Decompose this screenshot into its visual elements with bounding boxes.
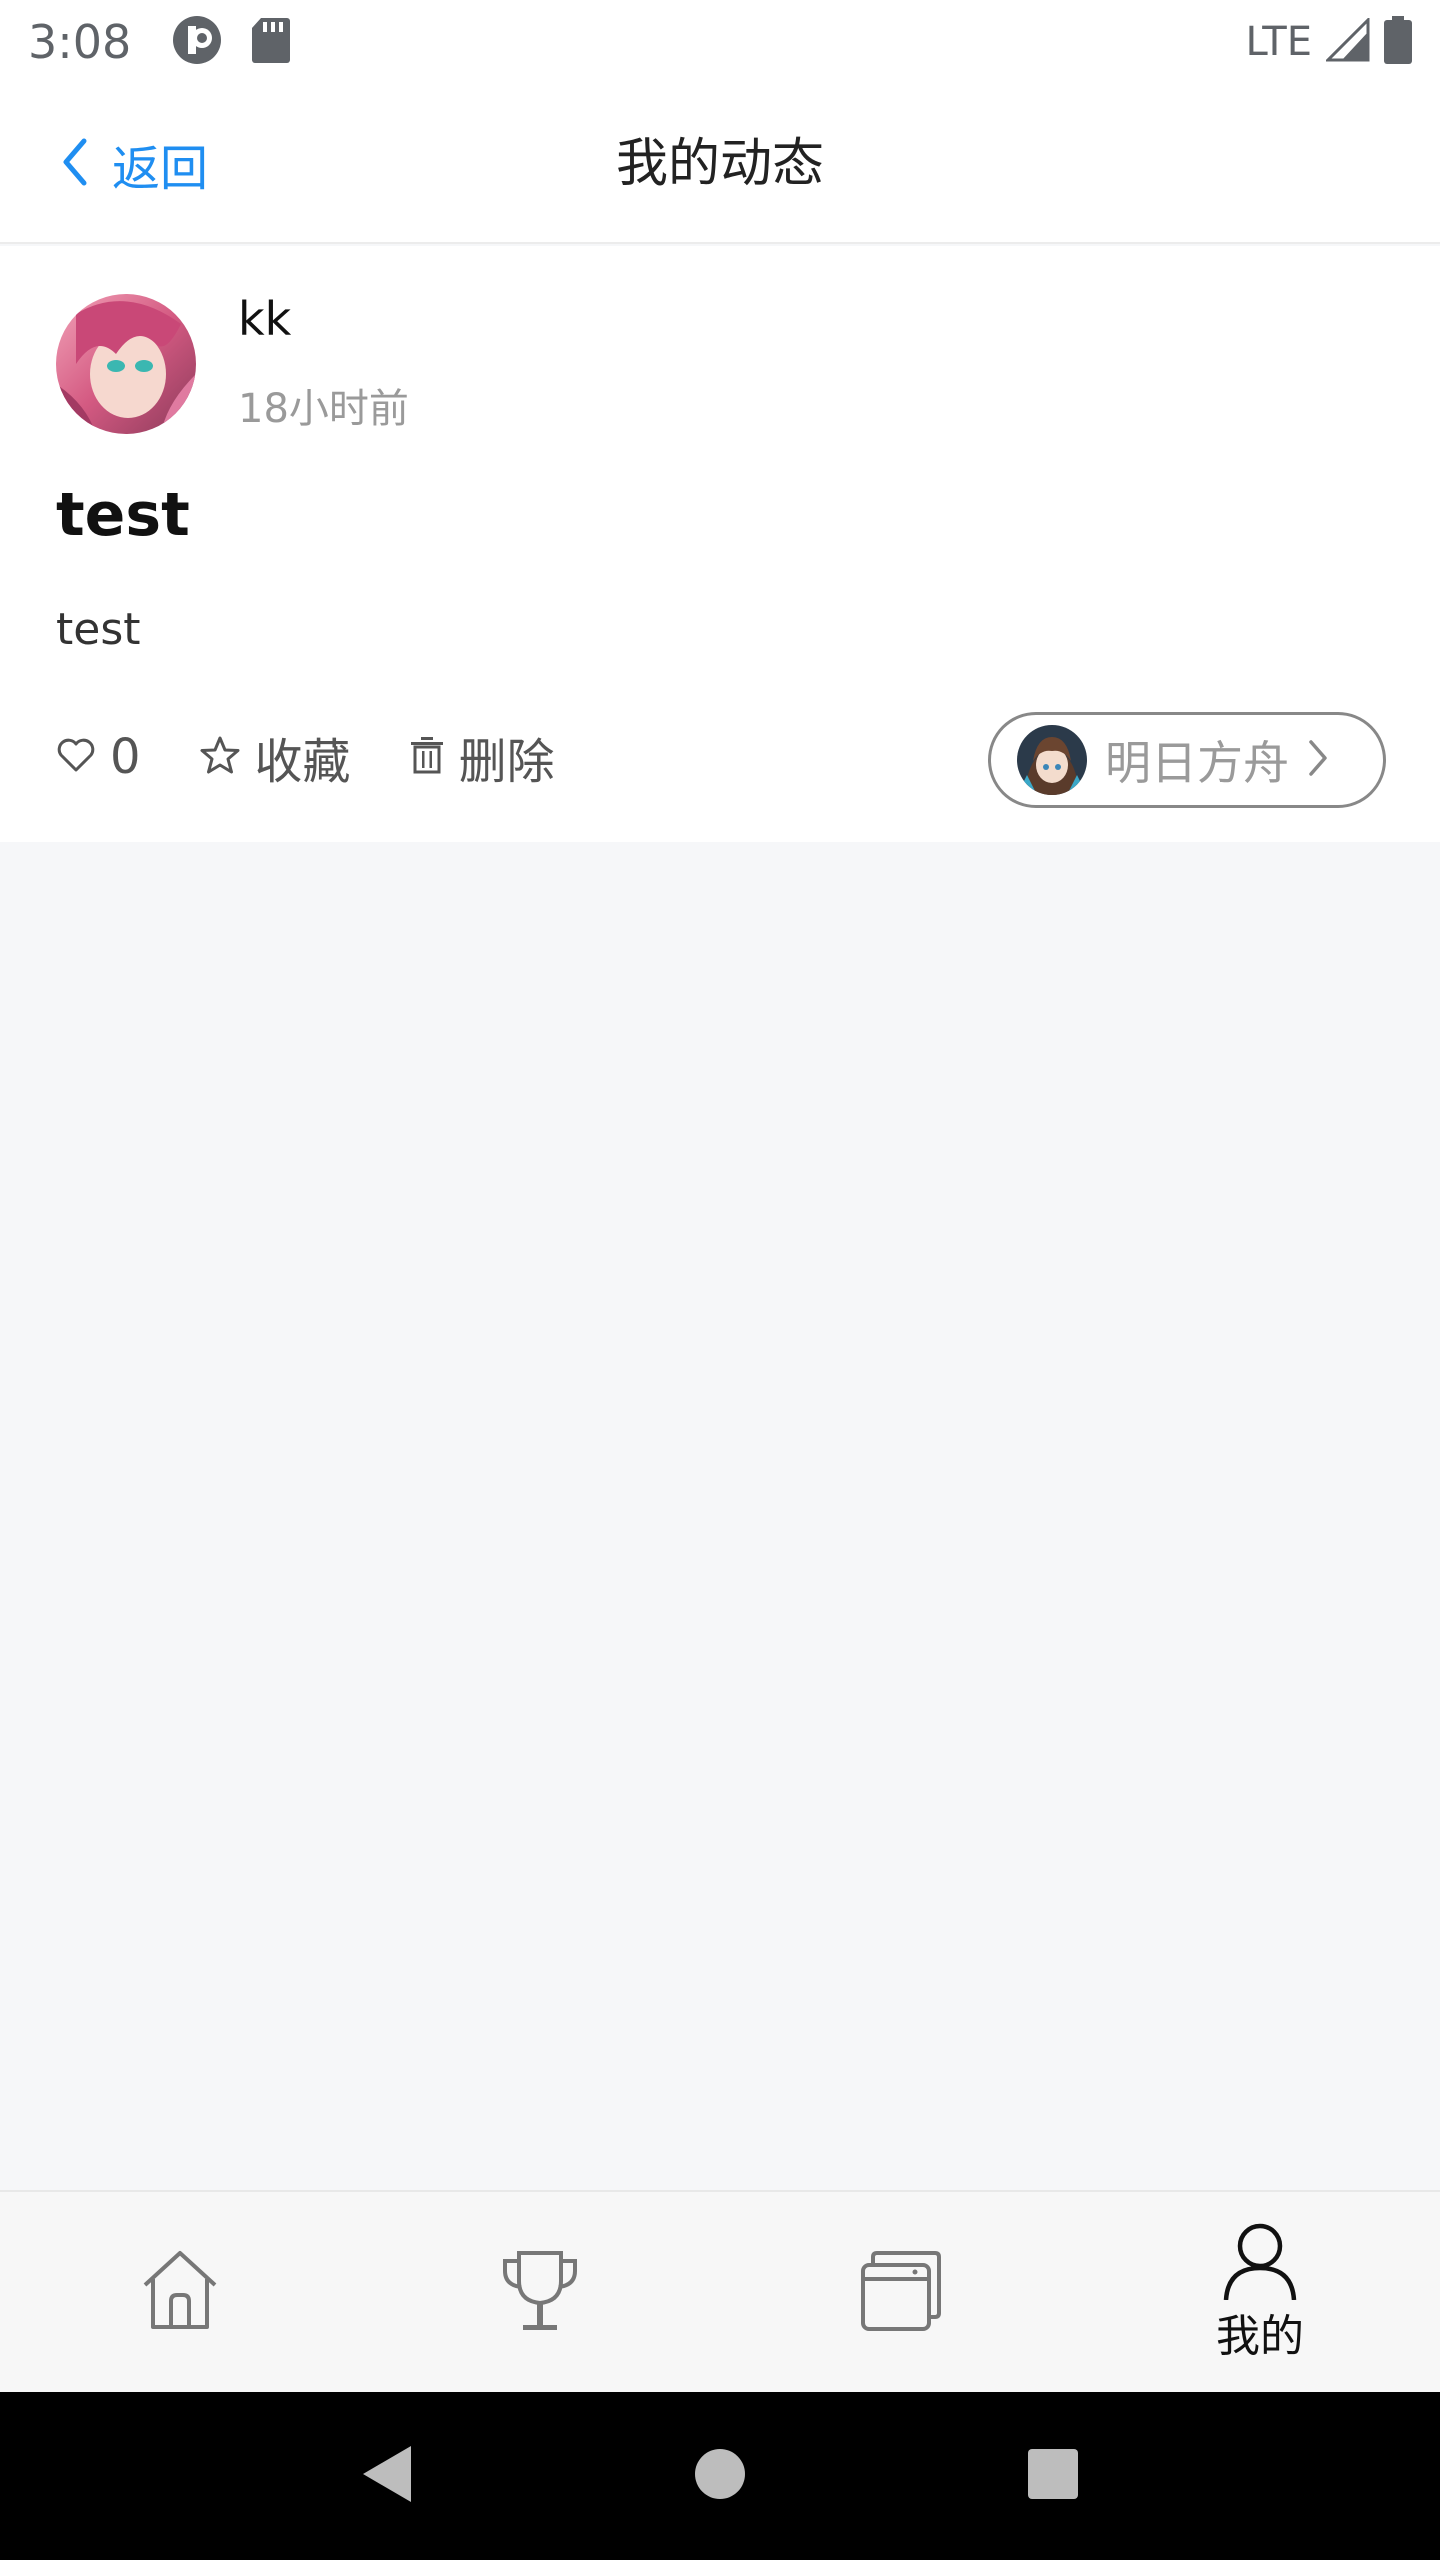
tab-cards[interactable]	[720, 2192, 1080, 2392]
signal-icon	[1324, 16, 1370, 66]
like-count: 0	[110, 729, 141, 785]
user-icon	[1220, 2220, 1300, 2304]
trophy-icon	[495, 2245, 585, 2339]
tab-rankings[interactable]	[360, 2192, 720, 2392]
system-back-button[interactable]	[327, 2416, 447, 2536]
battery-icon	[1384, 16, 1412, 68]
post-title: test	[56, 480, 190, 550]
status-time: 3:08	[28, 15, 132, 69]
author-name[interactable]: kk	[238, 292, 291, 346]
favorite-button[interactable]: 收藏	[199, 722, 351, 792]
post-actions: 0 收藏 删除	[56, 722, 555, 792]
status-right: LTE	[1246, 16, 1412, 68]
topic-tag-chip[interactable]: 明日方舟	[988, 712, 1386, 808]
post-card: kk 18小时前 test test 0 收藏 删除 明日方舟	[0, 246, 1440, 842]
heart-icon	[56, 737, 96, 777]
topic-tag-label: 明日方舟	[1105, 736, 1289, 790]
cards-icon	[855, 2245, 945, 2339]
sd-card-icon	[251, 16, 291, 68]
tab-mine-label: 我的	[1216, 2311, 1304, 2362]
page-title: 我的动态	[615, 134, 824, 194]
back-triangle-icon	[359, 2442, 415, 2510]
bottom-tab-bar: 我的	[0, 2190, 1440, 2392]
tab-mine[interactable]: 我的	[1080, 2192, 1440, 2392]
status-left-icons	[171, 14, 291, 70]
chevron-right-icon	[1307, 738, 1329, 782]
network-type: LTE	[1245, 19, 1312, 65]
trash-icon	[409, 736, 445, 778]
author-avatar[interactable]	[56, 294, 196, 434]
delete-button[interactable]: 删除	[409, 722, 555, 792]
recents-square-icon	[1026, 2447, 1080, 2505]
favorite-label: 收藏	[254, 734, 351, 790]
delete-label: 删除	[458, 734, 555, 790]
status-bar: 3:08 LTE	[0, 0, 1440, 84]
topic-avatar	[1017, 725, 1087, 795]
post-time: 18小时前	[238, 386, 409, 432]
system-nav-bar	[0, 2392, 1440, 2560]
system-recents-button[interactable]	[993, 2416, 1113, 2536]
star-icon	[199, 735, 241, 779]
home-circle-icon	[693, 2447, 747, 2505]
system-home-button[interactable]	[660, 2416, 780, 2536]
notification-app-icon	[171, 14, 223, 70]
tab-home[interactable]	[0, 2192, 360, 2392]
nav-bar: 返回 我的动态	[0, 84, 1440, 244]
like-button[interactable]: 0	[56, 729, 141, 785]
post-body: test	[56, 604, 141, 655]
home-icon	[135, 2245, 225, 2339]
